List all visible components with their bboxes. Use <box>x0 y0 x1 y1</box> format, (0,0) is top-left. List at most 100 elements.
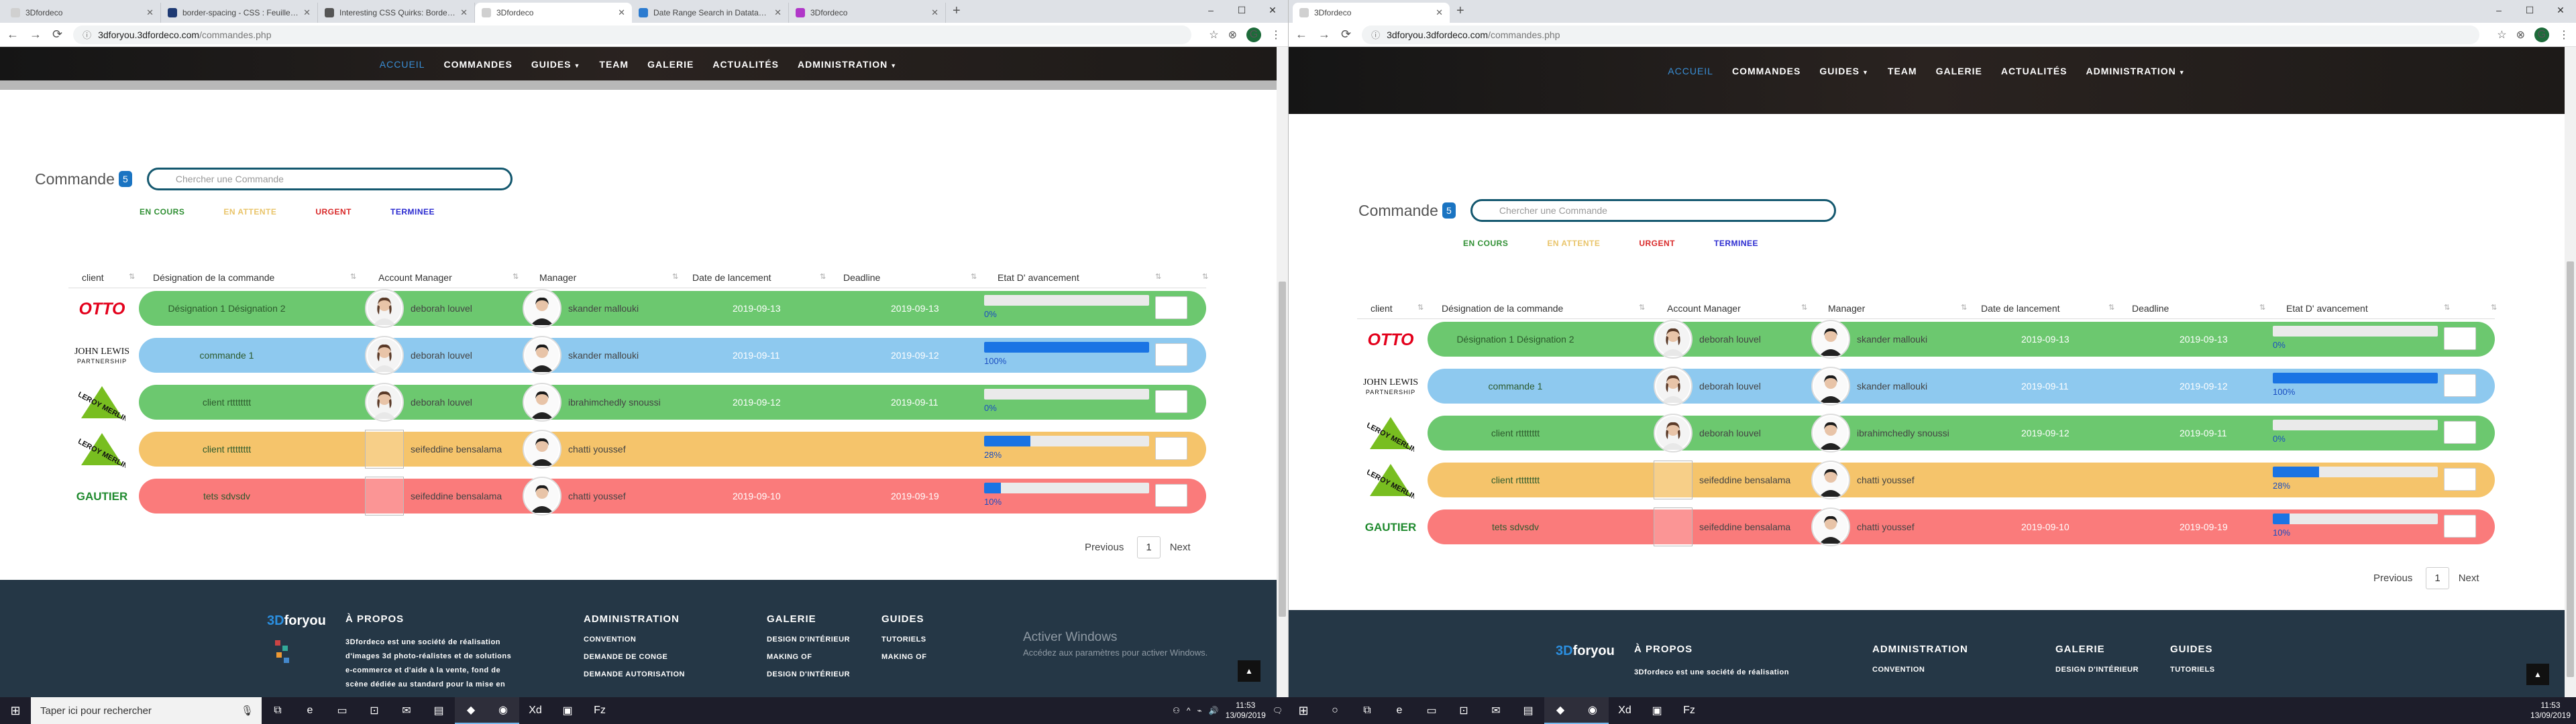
back-icon[interactable]: ← <box>1295 27 1307 42</box>
footer-link[interactable]: TUTORIELS <box>881 636 926 644</box>
legend-urgent[interactable]: URGENT <box>311 205 356 219</box>
task-view-icon[interactable]: ⧉ <box>262 697 294 724</box>
column-header[interactable]: Manager <box>1828 303 1865 314</box>
nav-team[interactable]: TEAM <box>1888 66 1917 76</box>
minimize-icon[interactable]: – <box>2483 0 2514 20</box>
nav-accueil[interactable]: ACCUEIL <box>1668 66 1713 76</box>
scrollbar-thumb[interactable] <box>2567 261 2574 677</box>
previous-button[interactable]: Previous <box>2373 572 2412 584</box>
store-icon[interactable]: ⊡ <box>358 697 390 724</box>
footer-link[interactable]: DESIGN D'INTÉRIEUR <box>2055 666 2139 674</box>
sort-icon[interactable]: ⇅ <box>820 272 826 281</box>
nav-commandes[interactable]: COMMANDES <box>1732 66 1801 76</box>
avatar[interactable]: G <box>1246 27 1261 42</box>
next-button[interactable]: Next <box>1170 542 1191 553</box>
star-icon[interactable]: ☆ <box>1209 28 1218 42</box>
task-view-icon[interactable]: ⧉ <box>1351 697 1383 724</box>
extension-icon[interactable]: ⊗ <box>2516 28 2525 42</box>
nav-team[interactable]: TEAM <box>599 59 629 70</box>
search-input[interactable] <box>1470 199 1836 222</box>
avatar[interactable]: G <box>2534 27 2549 42</box>
file-explorer-icon[interactable]: ▭ <box>326 697 358 724</box>
app-icon[interactable]: ◆ <box>1544 697 1576 724</box>
page-1-button[interactable]: 1 <box>2426 567 2449 589</box>
sort-icon[interactable]: ⇅ <box>971 272 977 281</box>
nav-guides[interactable]: GUIDES ▼ <box>531 59 581 70</box>
file-explorer-icon[interactable]: ▭ <box>1415 697 1448 724</box>
notifications-icon[interactable]: 🗨 <box>1273 706 1283 715</box>
scrollbar[interactable] <box>1277 47 1288 697</box>
nav-actualités[interactable]: ACTUALITÉS <box>712 59 779 70</box>
table-row[interactable]: LEROY MERLIN client rtttttttt seifeddine b… <box>68 429 1206 469</box>
column-header[interactable]: Date de lancement <box>692 272 771 283</box>
footer-link[interactable]: CONVENTION <box>584 636 685 644</box>
sort-icon[interactable]: ⇅ <box>129 272 135 281</box>
sort-icon[interactable]: ⇅ <box>1801 303 1807 312</box>
extension-icon[interactable]: ⊗ <box>1228 28 1237 42</box>
action-button[interactable] <box>2444 468 2476 491</box>
url-field[interactable]: ⓘ 3dforyou.3dfordeco.com/commandes.php <box>1362 25 2480 44</box>
action-button[interactable] <box>1155 437 1187 460</box>
new-tab-button[interactable]: + <box>953 3 961 19</box>
info-icon[interactable]: ⓘ <box>1371 28 1380 41</box>
sort-icon[interactable]: ⇅ <box>672 272 678 281</box>
forward-icon[interactable]: → <box>30 27 42 42</box>
table-row[interactable]: GAUTIER tets sdvsdv seifeddine bensalama ch… <box>1357 507 2495 547</box>
nav-commandes[interactable]: COMMANDES <box>443 59 512 70</box>
star-icon[interactable]: ☆ <box>2497 28 2506 42</box>
sort-icon[interactable]: ⇅ <box>513 272 519 281</box>
column-header[interactable]: Deadline <box>2132 303 2169 314</box>
close-icon[interactable]: ✕ <box>1436 7 1443 18</box>
mail-icon[interactable]: ✉ <box>390 697 423 724</box>
clock[interactable]: 11:53 13/09/2019 <box>1226 701 1266 721</box>
close-icon[interactable]: ✕ <box>146 7 154 18</box>
footer-link[interactable]: DEMANDE DE CONGE <box>584 653 685 661</box>
column-header[interactable]: client <box>1371 303 1393 314</box>
nav-actualités[interactable]: ACTUALITÉS <box>2001 66 2068 76</box>
table-row[interactable]: JOHN LEWIS PARTNERSHIP commande 1 deborah l… <box>68 335 1206 375</box>
chevron-up-icon[interactable]: ^ <box>1187 706 1191 715</box>
browser-tab[interactable]: Interesting CSS Quirks: Border-s... ✕ <box>318 3 475 23</box>
url-field[interactable]: ⓘ 3dforyou.3dfordeco.com/commandes.php <box>73 25 1192 44</box>
chrome-icon[interactable]: ◉ <box>1576 697 1609 724</box>
back-icon[interactable]: ← <box>7 27 19 42</box>
sort-icon[interactable]: ⇅ <box>2444 303 2450 312</box>
maximize-icon[interactable]: ☐ <box>2514 0 2545 20</box>
legend-terminee[interactable]: TERMINEE <box>1710 237 1762 250</box>
sort-icon[interactable]: ⇅ <box>1961 303 1967 312</box>
xd-icon[interactable]: Xd <box>1609 697 1641 724</box>
previous-button[interactable]: Previous <box>1085 542 1124 553</box>
browser-tab[interactable]: 3Dfordeco ✕ <box>1293 3 1450 23</box>
minimize-icon[interactable]: – <box>1195 0 1226 20</box>
table-row[interactable]: OTTO Désignation 1 Désignation 2 deborah l… <box>1357 319 2495 359</box>
column-header[interactable]: Etat D' avancement <box>998 272 1079 283</box>
action-button[interactable] <box>2444 515 2476 538</box>
sort-icon[interactable]: ⇅ <box>1155 272 1161 281</box>
nav-galerie[interactable]: GALERIE <box>1936 66 1982 76</box>
info-icon[interactable]: ⓘ <box>83 28 91 41</box>
scroll-to-top-button[interactable]: ▲ <box>2526 664 2549 685</box>
people-icon[interactable]: ⚇ <box>1173 706 1180 715</box>
filezilla-icon[interactable]: Fz <box>584 697 616 724</box>
table-row[interactable]: LEROY MERLIN client rtttttttt seifeddine b… <box>1357 460 2495 500</box>
action-button[interactable] <box>1155 343 1187 366</box>
close-icon[interactable]: ✕ <box>618 7 625 18</box>
windows-icon[interactable]: ▣ <box>551 697 584 724</box>
sort-icon[interactable]: ⇅ <box>1417 303 1424 312</box>
new-tab-button[interactable]: + <box>1456 3 1464 19</box>
table-row[interactable]: JOHN LEWIS PARTNERSHIP commande 1 deborah l… <box>1357 366 2495 406</box>
browser-tab[interactable]: 3Dfordeco ✕ <box>475 3 632 23</box>
footer-link[interactable]: DEMANDE AUTORISATION <box>584 670 685 678</box>
close-window-icon[interactable]: ✕ <box>1257 0 1288 20</box>
nav-guides[interactable]: GUIDES ▼ <box>1819 66 1869 76</box>
legend-terminee[interactable]: TERMINEE <box>386 205 439 219</box>
action-button[interactable] <box>1155 296 1187 319</box>
column-header[interactable]: Désignation de la commande <box>153 272 274 283</box>
close-window-icon[interactable]: ✕ <box>2545 0 2576 20</box>
close-icon[interactable]: ✕ <box>460 7 468 18</box>
footer-link[interactable]: MAKING OF <box>767 653 850 661</box>
footer-link[interactable]: DESIGN D'INTÉRIEUR <box>767 670 850 678</box>
sort-icon[interactable]: ⇅ <box>350 272 356 281</box>
scrollbar[interactable] <box>2565 47 2576 697</box>
scrollbar-thumb[interactable] <box>1279 282 1286 617</box>
